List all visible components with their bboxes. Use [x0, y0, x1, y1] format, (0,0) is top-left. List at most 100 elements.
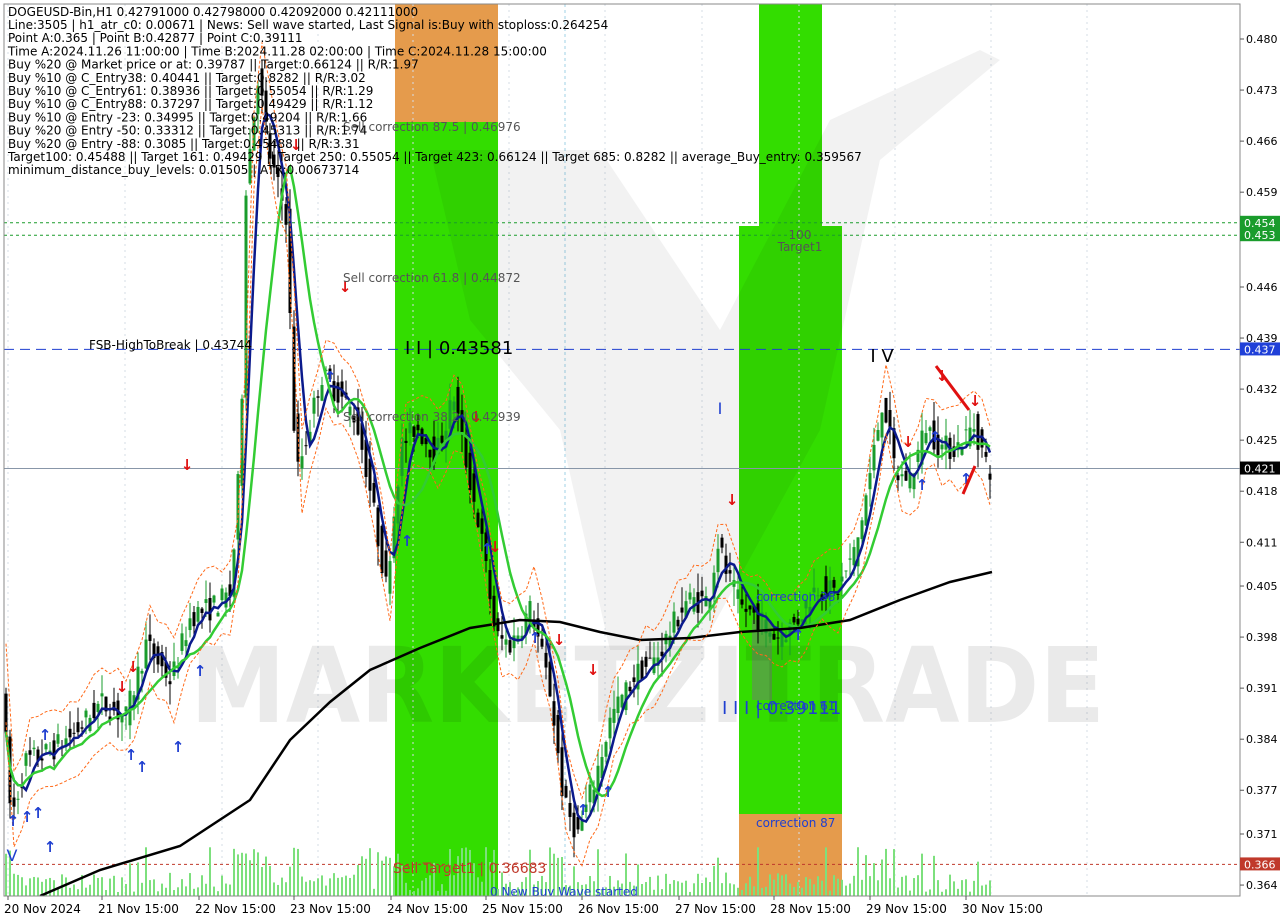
volume-bar — [945, 889, 947, 896]
candle-body — [864, 495, 868, 526]
candle-body — [644, 656, 648, 667]
volume-bar — [821, 880, 823, 896]
volume-bar — [409, 889, 411, 896]
candle-body — [924, 433, 928, 444]
price-tag-label: 0.454 — [1244, 217, 1276, 230]
candle-body — [100, 693, 104, 697]
volume-bar — [657, 875, 659, 896]
volume-bar — [977, 861, 979, 896]
volume-bar — [85, 887, 87, 896]
candle-body — [168, 681, 172, 685]
buy-arrow: ↑ — [39, 726, 52, 744]
volume-bar — [245, 853, 247, 896]
volume-bar — [813, 884, 815, 896]
candle-body — [884, 397, 888, 423]
x-tick-label: 28 Nov 15:00 — [770, 902, 851, 916]
candle-body — [872, 444, 876, 471]
volume-bar — [233, 848, 235, 896]
volume-bar — [893, 849, 895, 896]
candle-body — [888, 410, 892, 428]
candle-body — [556, 714, 560, 754]
x-tick-label: 29 Nov 15:00 — [866, 902, 947, 916]
volume-bar — [753, 886, 755, 896]
price-tag-label: 0.366 — [1244, 858, 1276, 871]
volume-bar — [725, 872, 727, 896]
volume-bar — [385, 856, 387, 896]
x-tick-label: 24 Nov 15:00 — [387, 902, 468, 916]
volume-bar — [425, 878, 427, 896]
volume-bar — [193, 888, 195, 896]
volume-bar — [273, 882, 275, 896]
volume-bar — [281, 877, 283, 896]
volume-bar — [749, 876, 751, 896]
buy-arrow: ↑ — [916, 476, 929, 494]
volume-bar — [853, 875, 855, 896]
volume-bar — [837, 878, 839, 896]
volume-bar — [309, 880, 311, 896]
volume-bar — [685, 880, 687, 896]
volume-bar — [437, 890, 439, 896]
candle-body — [512, 635, 516, 649]
candle-body — [632, 677, 636, 682]
volume-bar — [349, 877, 351, 896]
volume-bar — [701, 882, 703, 896]
candle-body — [380, 525, 384, 574]
info-line: Buy %20 @ Market price or at: 0.39787 ||… — [8, 58, 419, 72]
candle-body — [236, 473, 240, 540]
info-line: Buy %10 @ C_Entry88: 0.37297 || Target:0… — [8, 97, 373, 111]
volume-bar — [961, 880, 963, 896]
volume-bar — [689, 891, 691, 896]
candle-body — [408, 422, 412, 434]
chart-annotation: Sell Target1 | 0.36683 — [393, 861, 546, 877]
volume-bar — [17, 874, 19, 896]
candle-body — [372, 482, 376, 503]
volume-bar — [453, 875, 455, 896]
info-line: Buy %20 @ Entry -50: 0.33312 || Target:0… — [8, 124, 367, 138]
volume-bar — [721, 883, 723, 896]
x-tick-label: 20 Nov 2024 — [4, 902, 81, 916]
candle-body — [756, 603, 760, 630]
volume-bar — [25, 885, 27, 896]
chart-annotation: correction 87 — [756, 816, 835, 830]
info-line: Buy %10 @ C_Entry38: 0.40441 || Target:0… — [8, 71, 366, 85]
volume-bar — [805, 877, 807, 896]
volume-bar — [717, 857, 719, 896]
candle-body — [680, 607, 684, 613]
candle-body — [852, 547, 856, 566]
candle-body — [12, 797, 16, 807]
candle-body — [92, 702, 96, 719]
volume-bar — [369, 848, 371, 896]
volume-bar — [197, 887, 199, 896]
candle-body — [404, 440, 408, 444]
volume-bar — [105, 890, 107, 896]
volume-bar — [13, 873, 15, 896]
y-tick-label: 0.432 — [1246, 383, 1278, 396]
volume-bar — [413, 891, 415, 896]
candle-body — [204, 599, 208, 603]
volume-bar — [789, 883, 791, 896]
sell-arrow: ↓ — [181, 456, 194, 474]
candle-body — [284, 204, 288, 225]
volume-bar — [653, 889, 655, 896]
buy-arrow: ↑ — [577, 801, 590, 819]
sell-arrow: ↓ — [489, 538, 502, 556]
candle-body — [848, 558, 852, 560]
volume-bar — [889, 878, 891, 896]
volume-bar — [249, 860, 251, 896]
volume-bar — [673, 880, 675, 896]
volume-bar — [297, 848, 299, 896]
volume-bar — [857, 847, 859, 896]
volume-bar — [101, 877, 103, 896]
volume-bar — [201, 875, 203, 896]
volume-bar — [777, 873, 779, 896]
buy-arrow: ↑ — [602, 783, 615, 801]
volume-bar — [985, 884, 987, 896]
volume-bar — [729, 883, 731, 896]
y-tick-label: 0.405 — [1246, 580, 1278, 593]
candle-body — [984, 451, 988, 457]
candle-body — [628, 686, 632, 692]
volume-bar — [137, 862, 139, 896]
volume-bar — [317, 878, 319, 896]
volume-bar — [161, 883, 163, 896]
volume-bar — [353, 874, 355, 896]
